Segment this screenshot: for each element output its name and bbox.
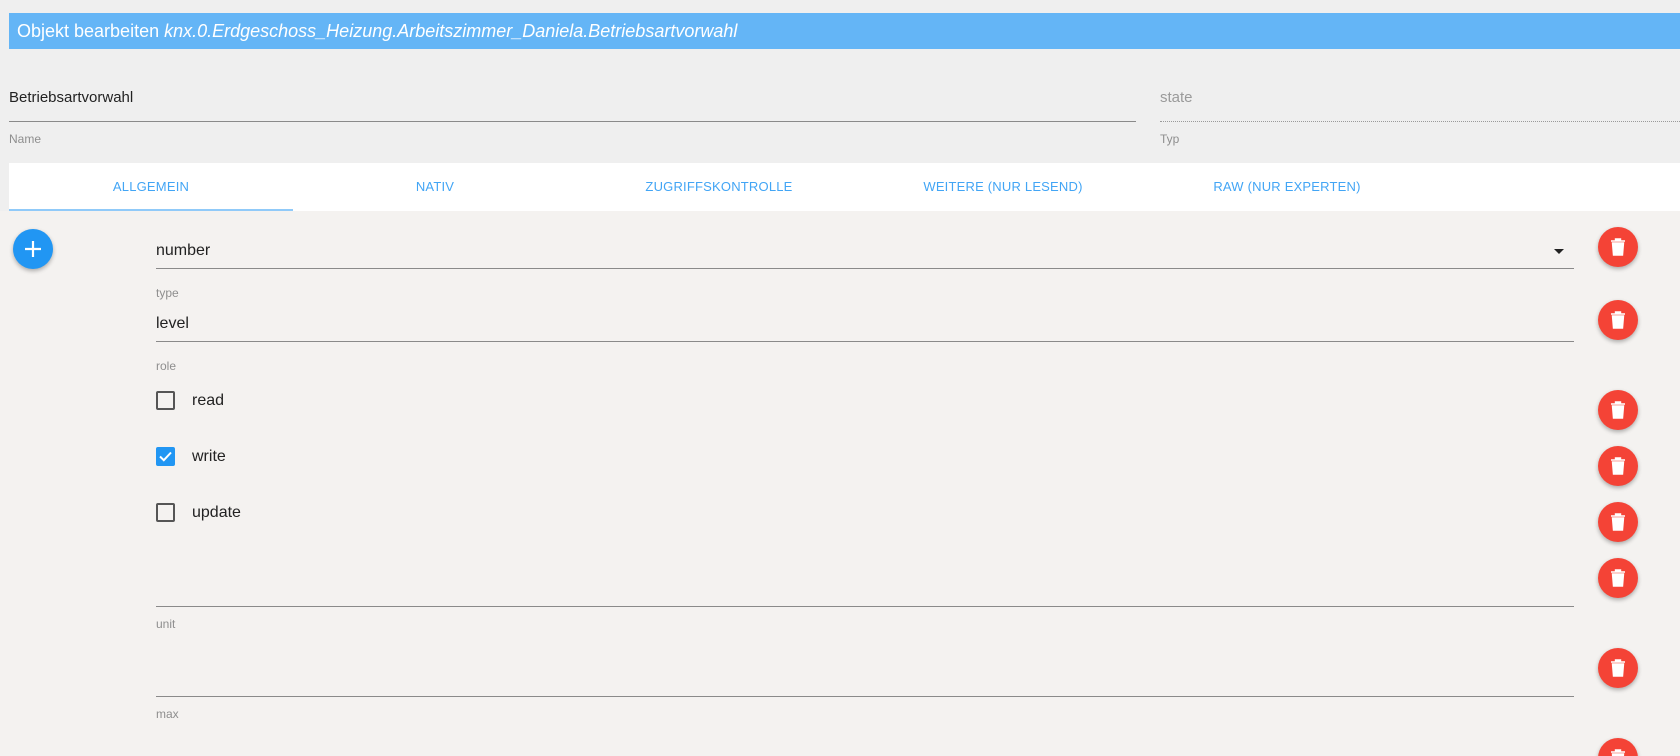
type-label: Typ — [1160, 132, 1180, 146]
add-attribute-button[interactable] — [13, 229, 53, 269]
delete-max-button[interactable] — [1598, 648, 1638, 688]
max-label: max — [156, 707, 179, 721]
write-checkbox[interactable] — [156, 447, 175, 466]
caret-down-icon[interactable] — [1554, 249, 1564, 254]
plus-icon — [25, 241, 41, 257]
max-input[interactable] — [156, 656, 1574, 697]
unit-input[interactable] — [156, 566, 1574, 607]
read-checkbox-row[interactable]: read — [156, 391, 224, 410]
type-select-value: number — [156, 242, 211, 259]
tab-zugriffskontrolle[interactable]: ZUGRIFFSKONTROLLE — [577, 163, 861, 211]
read-checkbox-label: read — [192, 391, 225, 409]
update-checkbox[interactable] — [156, 503, 175, 522]
tab-allgemein[interactable]: ALLGEMEIN — [9, 163, 293, 211]
trash-icon — [1611, 238, 1625, 256]
delete-read-button[interactable] — [1598, 390, 1638, 430]
write-checkbox-label: write — [192, 447, 226, 465]
tab-weitere[interactable]: WEITERE (NUR LESEND) — [861, 163, 1145, 211]
trash-icon — [1611, 749, 1625, 756]
trash-icon — [1611, 311, 1625, 329]
type-label-small: type — [156, 286, 179, 300]
trash-icon — [1611, 457, 1625, 475]
role-label: role — [156, 359, 177, 373]
trash-icon — [1611, 513, 1625, 531]
trash-icon — [1611, 659, 1625, 677]
type-select[interactable]: number — [156, 242, 1574, 269]
trash-icon — [1611, 569, 1625, 587]
update-checkbox-label: update — [192, 503, 241, 521]
delete-type-button[interactable] — [1598, 227, 1638, 267]
tab-bar: ALLGEMEIN NATIV ZUGRIFFSKONTROLLE WEITER… — [9, 163, 1680, 211]
delete-write-button[interactable] — [1598, 446, 1638, 486]
role-input[interactable]: level — [156, 315, 1574, 342]
write-checkbox-row[interactable]: write — [156, 447, 226, 466]
unit-label: unit — [156, 617, 176, 631]
delete-role-button[interactable] — [1598, 300, 1638, 340]
check-icon — [159, 451, 172, 462]
type-field[interactable]: state — [1160, 84, 1680, 122]
name-label: Name — [9, 132, 42, 146]
dialog-title-prefix: Objekt bearbeiten — [17, 20, 160, 41]
dialog-title: Objekt bearbeiten knx.0.Erdgeschoss_Heiz… — [9, 13, 1680, 49]
trash-icon — [1611, 401, 1625, 419]
tab-nativ[interactable]: NATIV — [293, 163, 577, 211]
delete-update-button[interactable] — [1598, 502, 1638, 542]
delete-unit-button[interactable] — [1598, 558, 1638, 598]
name-field[interactable]: Betriebsartvorwahl — [9, 84, 1136, 122]
read-checkbox[interactable] — [156, 391, 175, 410]
update-checkbox-row[interactable]: update — [156, 503, 241, 522]
tab-raw[interactable]: RAW (NUR EXPERTEN) — [1145, 163, 1429, 211]
dialog-title-object-id: knx.0.Erdgeschoss_Heizung.Arbeitszimmer_… — [164, 20, 738, 41]
